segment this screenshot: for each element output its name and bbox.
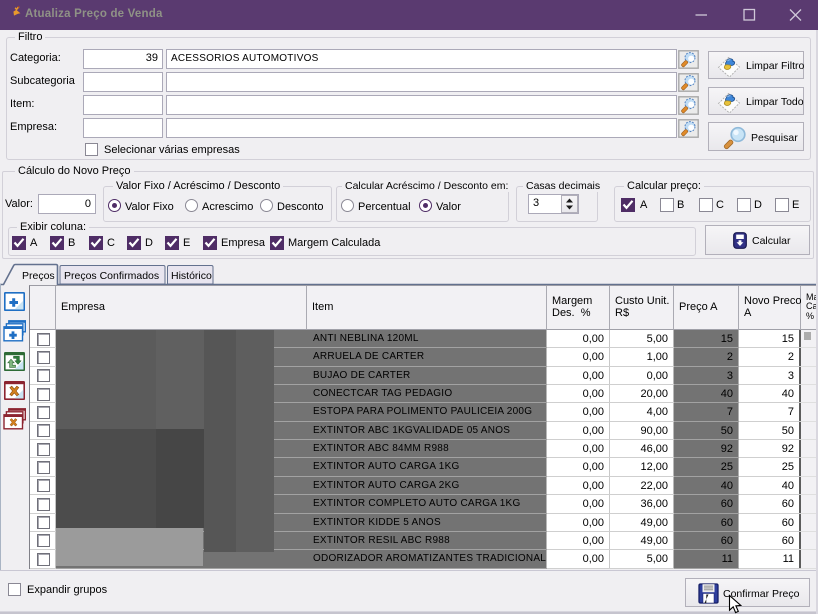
svg-text:Histórico: Histórico [171,270,212,282]
svg-text:Preços: Preços [22,270,55,282]
svg-text:Preços Confirmados: Preços Confirmados [64,270,159,282]
